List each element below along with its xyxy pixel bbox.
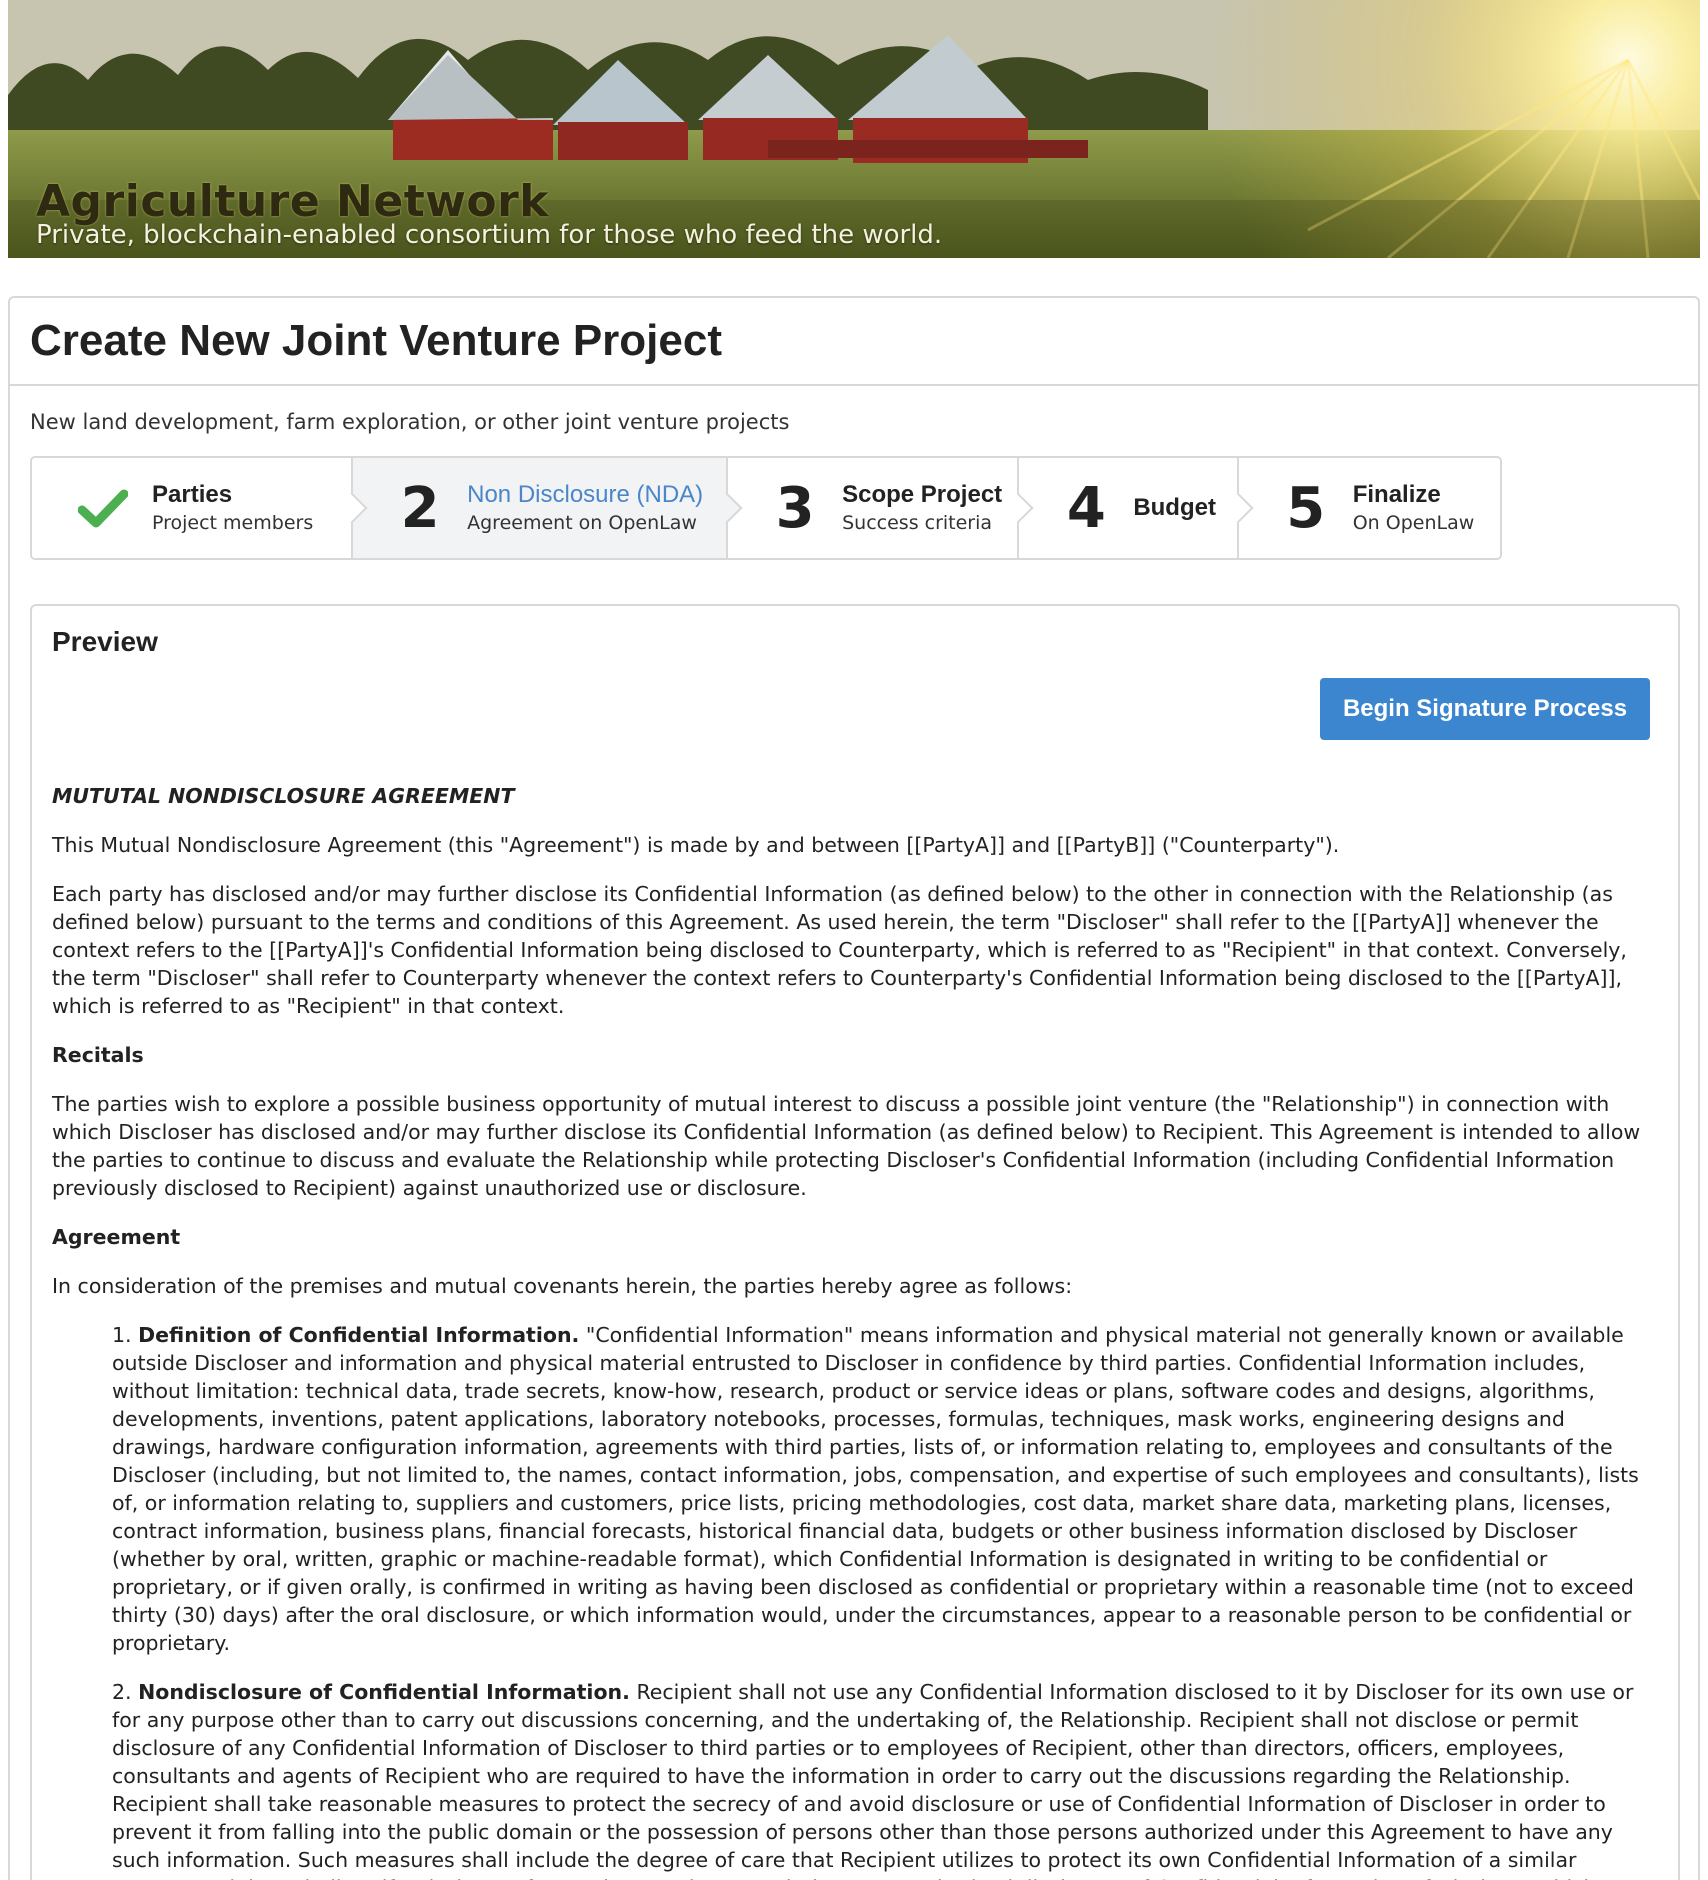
step-finalize[interactable]: 5 Finalize On OpenLaw <box>1238 458 1500 558</box>
step-title: Non Disclosure (NDA) <box>467 481 704 508</box>
step-budget[interactable]: 4 Budget <box>1019 458 1254 558</box>
clause-title: Nondisclosure of Confidential Informatio… <box>138 1680 630 1704</box>
step-scope-project[interactable]: 3 Scope Project Success criteria <box>728 458 1034 558</box>
clause-title: Definition of Confidential Information. <box>138 1323 580 1347</box>
clause-definition: 1. Definition of Confidential Informatio… <box>112 1321 1654 1657</box>
step-title: Parties <box>152 481 233 508</box>
step-non-disclosure[interactable]: 2 Non Disclosure (NDA) Agreement on Open… <box>353 458 743 558</box>
check-icon <box>72 488 134 528</box>
document-heading: MUTUTAL NONDISCLOSURE AGREEMENT <box>52 784 515 808</box>
preview-title: Preview <box>52 626 158 657</box>
clause-number: 1. <box>112 1323 132 1347</box>
step-subtitle: Success criteria <box>842 512 993 534</box>
step-number: 3 <box>775 475 815 541</box>
panel-header: Create New Joint Venture Project <box>10 298 1698 386</box>
preview-card: Preview Begin Signature Process MUTUTAL … <box>30 604 1680 1880</box>
document-intro: This Mutual Nondisclosure Agreement (thi… <box>52 833 1340 857</box>
header-banner: Agriculture Network Private, blockchain-… <box>8 0 1700 258</box>
page-description: New land development, farm exploration, … <box>30 410 790 434</box>
wizard-stepper: Parties Project members 2 Non Disclosure… <box>30 456 1502 560</box>
clause-nondisclosure: 2. Nondisclosure of Confidential Informa… <box>112 1678 1654 1880</box>
step-number: 5 <box>1286 475 1326 541</box>
clause-text: Recipient shall not use any Confidential… <box>112 1680 1648 1880</box>
begin-signature-button[interactable]: Begin Signature Process <box>1320 678 1650 740</box>
clause-text: "Confidential Information" means informa… <box>112 1323 1639 1655</box>
page-title: Create New Joint Venture Project <box>30 316 722 365</box>
step-number: 4 <box>1066 475 1106 541</box>
step-title: Finalize <box>1352 481 1441 508</box>
project-panel: Create New Joint Venture Project New lan… <box>8 296 1700 1880</box>
step-parties[interactable]: Parties Project members <box>32 458 368 558</box>
document-paragraph: Each party has disclosed and/or may furt… <box>52 882 1627 1018</box>
recitals-text: The parties wish to explore a possible b… <box>52 1092 1641 1200</box>
clause-number: 2. <box>112 1680 132 1704</box>
step-title: Scope Project <box>842 481 1003 508</box>
agreement-document: MUTUTAL NONDISCLOSURE AGREEMENT This Mut… <box>52 782 1662 1880</box>
agreement-intro: In consideration of the premises and mut… <box>52 1274 1073 1298</box>
step-subtitle: On OpenLaw <box>1352 512 1475 534</box>
step-number: 2 <box>400 475 440 541</box>
agreement-heading: Agreement <box>52 1225 181 1249</box>
step-subtitle: Agreement on OpenLaw <box>467 512 697 534</box>
step-subtitle: Project members <box>152 512 314 534</box>
step-title: Budget <box>1133 494 1216 521</box>
recitals-heading: Recitals <box>52 1043 144 1067</box>
banner-subtitle: Private, blockchain-enabled consortium f… <box>36 220 943 250</box>
